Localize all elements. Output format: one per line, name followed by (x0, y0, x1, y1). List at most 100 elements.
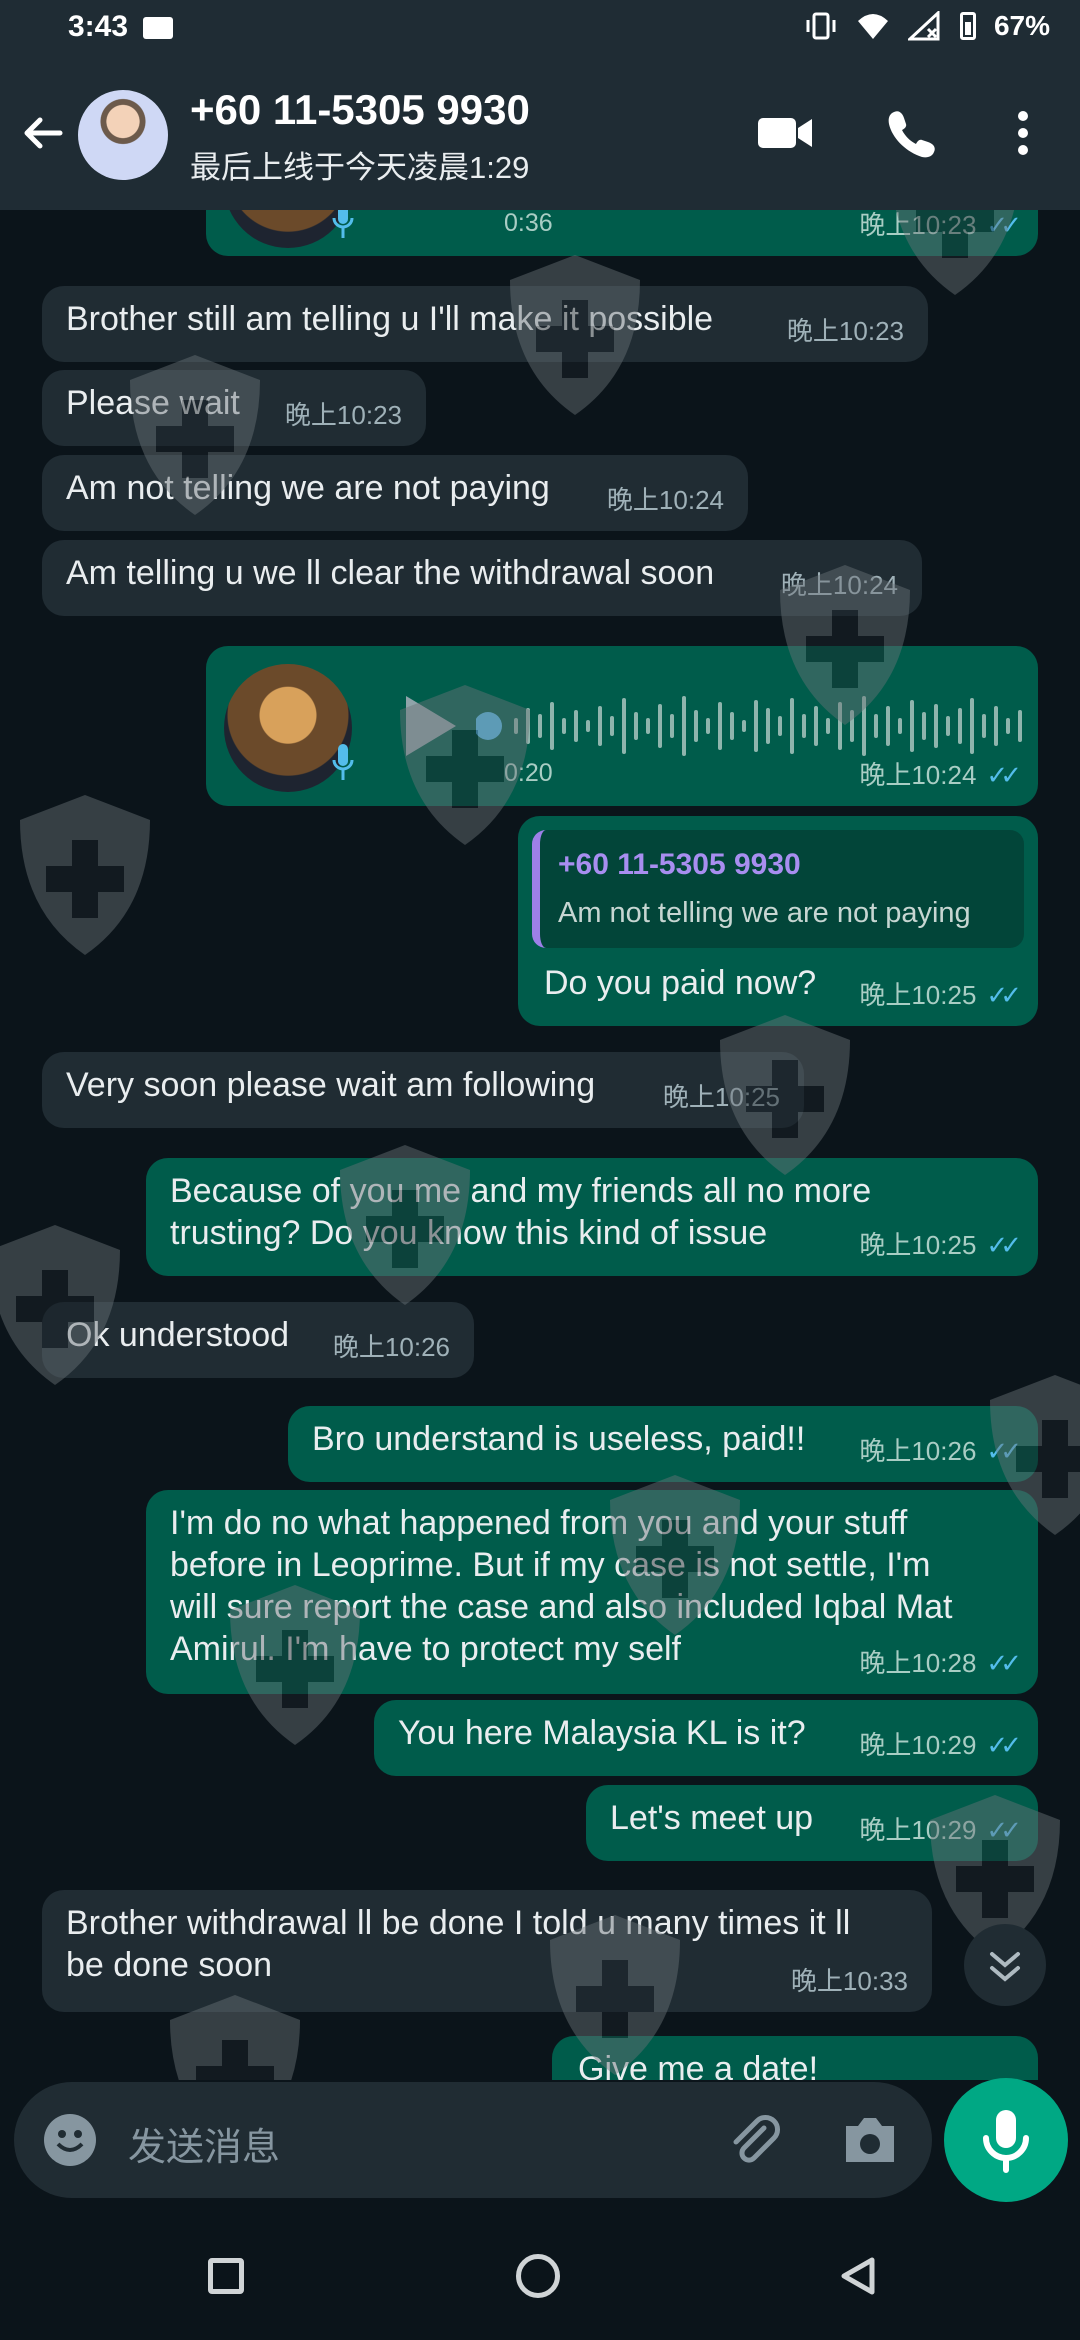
message-bubble[interactable]: You here Malaysia KL is it? 晚上10:29 ✓✓ (374, 1700, 1038, 1776)
message-meta: 晚上10:23 ✓✓ (859, 210, 1022, 246)
waveform[interactable] (476, 690, 1036, 762)
quoted-message[interactable]: +60 11-5305 9930 Am not telling we are n… (532, 830, 1024, 948)
message-time: 晚上10:28 (859, 1648, 977, 1678)
reply-message[interactable]: +60 11-5305 9930 Am not telling we are n… (518, 816, 1038, 1026)
message-bubble[interactable]: Am telling u we ll clear the withdrawal … (42, 540, 922, 616)
message-bubble[interactable]: Brother still am telling u I'll make it … (42, 286, 928, 362)
read-ticks-icon: ✓✓ (986, 980, 1021, 1010)
message-bubble[interactable]: Brother withdrawal ll be done I told u m… (42, 1890, 932, 2012)
wifi-icon (857, 14, 888, 39)
message-composer[interactable]: 发送消息 (14, 2082, 932, 2198)
home-button[interactable] (516, 2254, 560, 2298)
message-meta: 晚上10:25 ✓✓ (859, 974, 1022, 1016)
vibrate-icon (806, 12, 836, 40)
record-voice-button[interactable] (944, 2078, 1068, 2202)
message-time: 晚上10:29 (859, 1815, 977, 1845)
camera-icon[interactable] (840, 2112, 900, 2168)
message-time: 晚上10:26 (859, 1436, 977, 1466)
contact-name[interactable]: +60 11-5305 9930 (190, 86, 530, 134)
message-time: 晚上10:23 (284, 400, 402, 430)
arrow-left-icon[interactable] (18, 108, 68, 158)
read-ticks-icon: ✓✓ (986, 210, 1021, 240)
mic-icon (332, 210, 354, 238)
message-meta: 晚上10:23 (285, 394, 402, 436)
message-text: Am telling u we ll clear the withdrawal … (66, 554, 715, 592)
voice-message[interactable]: 0:20 晚上10:24 ✓✓ (206, 646, 1038, 806)
message-text: Give me a date! (578, 2050, 819, 2080)
quoted-text: Am not telling we are not paying (558, 897, 971, 929)
chat-header: +60 11-5305 9930 最后上线于今天凌晨1:29 (0, 60, 1080, 210)
read-ticks-icon: ✓✓ (986, 1230, 1021, 1260)
message-time: 晚上10:25 (859, 980, 977, 1010)
message-bubble[interactable]: Am not telling we are not paying 晚上10:24 (42, 455, 748, 531)
message-time: 晚上10:26 (332, 1332, 450, 1362)
message-time: 晚上10:25 (662, 1082, 780, 1112)
message-bubble[interactable]: Please wait 晚上10:23 (42, 370, 426, 446)
message-meta: 晚上10:26 (333, 1326, 450, 1368)
message-meta: 晚上10:24 (781, 564, 898, 606)
message-bubble[interactable]: Give me a date! (552, 2036, 1038, 2080)
signal-icon (907, 11, 940, 41)
mail-notification-icon (143, 17, 173, 39)
scroll-to-bottom-button[interactable] (964, 1924, 1046, 2006)
message-bubble[interactable]: I'm do no what happened from you and you… (146, 1490, 1038, 1694)
quoted-sender: +60 11-5305 9930 (558, 848, 801, 881)
message-time: 晚上10:25 (859, 1230, 977, 1260)
battery-percent: 67% (993, 10, 1050, 41)
read-ticks-icon: ✓✓ (986, 1648, 1021, 1678)
message-meta: 晚上10:25 ✓✓ (859, 1224, 1022, 1266)
chevron-double-down-icon (990, 1952, 1020, 1982)
voice-duration: 0:36 (504, 210, 553, 237)
status-icons: 67% (804, 10, 1050, 42)
message-meta: 晚上10:29 ✓✓ (859, 1724, 1022, 1766)
voice-message[interactable]: 0:36 晚上10:23 ✓✓ (206, 210, 1038, 256)
paperclip-icon[interactable] (724, 2110, 784, 2170)
read-ticks-icon: ✓✓ (986, 1436, 1021, 1466)
message-bubble[interactable]: Bro understand is useless, paid!! 晚上10:2… (288, 1406, 1038, 1482)
emoji-icon[interactable] (44, 2114, 96, 2166)
mic-icon (983, 2110, 1029, 2173)
video-call-icon[interactable] (756, 108, 814, 158)
message-list[interactable]: 0:36 晚上10:23 ✓✓ Brother still am telling … (0, 210, 1080, 2080)
last-seen: 最后上线于今天凌晨1:29 (190, 150, 530, 185)
message-text: Brother withdrawal ll be done I told u m… (66, 1904, 851, 1984)
message-meta: 晚上10:23 (787, 310, 904, 352)
battery-icon (959, 12, 976, 40)
message-meta: 晚上10:24 ✓✓ (859, 754, 1022, 796)
message-time: 晚上10:23 (786, 316, 904, 346)
read-ticks-icon: ✓✓ (986, 1815, 1021, 1845)
system-nav-bar (0, 2210, 1080, 2340)
message-text: Brother still am telling u I'll make it … (66, 300, 714, 338)
phone-icon[interactable] (886, 108, 936, 158)
message-time: 晚上10:33 (790, 1966, 908, 1996)
message-meta: 晚上10:29 ✓✓ (859, 1809, 1022, 1851)
more-vert-icon[interactable] (1008, 108, 1038, 158)
message-bubble[interactable]: Because of you me and my friends all no … (146, 1158, 1038, 1276)
message-meta: 晚上10:28 ✓✓ (859, 1642, 1022, 1684)
back-triangle-icon[interactable] (838, 2256, 878, 2296)
message-text: Do you paid now? (544, 964, 817, 1002)
message-meta: 晚上10:25 (663, 1076, 780, 1118)
message-meta: 晚上10:24 (607, 479, 724, 521)
mic-icon (332, 744, 354, 780)
status-time: 3:43 (68, 10, 129, 43)
message-meta: 晚上10:33 (791, 1960, 908, 2002)
status-bar: 3:43 67% (0, 0, 1080, 60)
message-time: 晚上10:24 (606, 485, 724, 515)
message-time: 晚上10:23 (859, 210, 977, 240)
message-input[interactable]: 发送消息 (128, 2116, 280, 2171)
message-meta: 晚上10:26 ✓✓ (859, 1430, 1022, 1472)
recents-button[interactable] (208, 2258, 244, 2294)
play-icon[interactable] (406, 696, 456, 756)
read-ticks-icon: ✓✓ (986, 760, 1021, 790)
message-time: 晚上10:24 (859, 760, 977, 790)
message-bubble[interactable]: Very soon please wait am following 晚上10:… (42, 1052, 804, 1128)
message-time: 晚上10:29 (859, 1730, 977, 1760)
avatar[interactable] (78, 90, 168, 180)
message-time: 晚上10:24 (780, 570, 898, 600)
message-bubble[interactable]: Let's meet up 晚上10:29 ✓✓ (586, 1785, 1038, 1861)
shield-watermark-icon (20, 795, 150, 955)
message-bubble[interactable]: Ok understood 晚上10:26 (42, 1302, 474, 1378)
read-ticks-icon: ✓✓ (986, 1730, 1021, 1760)
voice-duration: 0:20 (504, 759, 553, 787)
